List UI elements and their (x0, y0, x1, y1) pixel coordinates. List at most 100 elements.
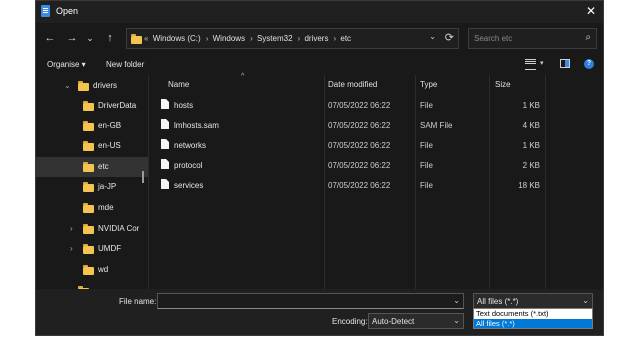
back-button[interactable]: ← (42, 30, 58, 46)
file-date: 07/05/2022 06:22 (328, 101, 391, 110)
sort-ascending-icon: ^ (241, 73, 245, 80)
encoding-label: Encoding: (332, 317, 368, 326)
sidebar-item-en-us[interactable]: en-US (36, 136, 148, 156)
folder-icon (83, 244, 94, 254)
folder-icon (83, 162, 94, 172)
sidebar-item-wd[interactable]: wd (36, 260, 148, 280)
search-icon: ⌕ (585, 32, 591, 43)
chevron-down-icon[interactable]: ⌄ (453, 296, 460, 305)
folder-icon (83, 182, 94, 192)
breadcrumb: « Windows (C:) › Windows › System32 › drive… (144, 34, 353, 43)
file-name-field[interactable]: ⌄ (157, 293, 464, 309)
command-bar: Organise ▾ New folder ▾ ? (36, 55, 603, 75)
file-name: services (174, 181, 204, 190)
organise-menu-button[interactable]: Organise ▾ (47, 60, 86, 69)
view-options-icon[interactable] (525, 59, 536, 70)
chevron-right-icon: › (297, 34, 301, 43)
file-date: 07/05/2022 06:22 (328, 181, 391, 190)
file-type: File (420, 141, 433, 150)
file-type-option-all[interactable]: All files (*.*) (474, 319, 592, 328)
column-header-size[interactable]: Size (495, 80, 511, 89)
file-type: File (420, 101, 433, 110)
folder-icon (83, 101, 94, 111)
file-list: ^ Name Date modified Type Size hosts 07/… (149, 73, 603, 289)
forward-button[interactable]: → (64, 30, 80, 46)
file-date: 07/05/2022 06:22 (328, 121, 391, 130)
chevron-down-icon[interactable]: ▾ (540, 59, 544, 67)
preview-pane-icon[interactable] (560, 59, 570, 68)
window-title: Open (56, 6, 79, 16)
folder-icon (83, 121, 94, 131)
table-row[interactable]: lmhosts.sam 07/05/2022 06:22 SAM File 4 … (149, 115, 603, 135)
file-type-select[interactable]: All files (*.*) ⌄ (473, 293, 593, 309)
sidebar-item-mde[interactable]: mde (36, 198, 148, 218)
file-icon (161, 159, 169, 169)
sidebar-item-label: wd (98, 265, 109, 274)
file-name-label: File name: (119, 297, 157, 306)
search-input[interactable]: Search etc ⌕ (468, 28, 597, 49)
chevron-down-icon[interactable]: ⌄ (453, 316, 460, 325)
column-header-name[interactable]: Name (168, 80, 189, 89)
open-file-dialog: Open ✕ ← → ⌄ ↑ « Windows (C:) › Windows › … (35, 0, 604, 336)
address-dropdown-icon[interactable]: ⌄ (429, 32, 436, 41)
sidebar-item-drivers[interactable]: ⌄ drivers (36, 76, 148, 96)
table-row[interactable]: protocol 07/05/2022 06:22 File 2 KB (149, 155, 603, 175)
sidebar-item-driverdata[interactable]: DriverData (36, 96, 148, 116)
refresh-icon[interactable]: ⟳ (445, 31, 454, 44)
file-type-option-text[interactable]: Text documents (*.txt) (474, 309, 592, 318)
table-row[interactable]: hosts 07/05/2022 06:22 File 1 KB (149, 95, 603, 115)
navigation-pane: ⌄ drivers DriverData en-GB en-US etc ja-… (36, 75, 148, 289)
chevron-down-icon[interactable]: ⌄ (582, 296, 589, 305)
breadcrumb-item-system32[interactable]: System32 (257, 34, 293, 43)
file-size: 4 KB (522, 121, 540, 130)
breadcrumb-overflow[interactable]: « (144, 34, 148, 43)
chevron-right-icon: › (250, 34, 253, 43)
file-name: networks (174, 141, 207, 150)
sidebar-item-en-gb[interactable]: en-GB (36, 116, 148, 136)
sidebar-item-ja-jp[interactable]: ja-JP (36, 177, 148, 197)
new-folder-button[interactable]: New folder (106, 60, 144, 69)
chevron-right-icon[interactable]: › (70, 224, 73, 233)
chevron-down-icon[interactable]: ⌄ (64, 81, 71, 90)
title-bar: Open ✕ (36, 1, 603, 23)
up-button[interactable]: ↑ (102, 30, 118, 46)
column-header-date[interactable]: Date modified (328, 80, 377, 89)
file-type-selected: All files (*.*) (477, 297, 519, 306)
file-name: protocol (174, 161, 203, 170)
folder-icon (131, 34, 142, 44)
file-icon (161, 99, 169, 109)
sidebar-item-nvidia[interactable]: › NVIDIA Cor (36, 219, 148, 239)
folder-icon (83, 203, 94, 213)
column-header-type[interactable]: Type (420, 80, 437, 89)
file-date: 07/05/2022 06:22 (328, 141, 391, 150)
sidebar-item-etc[interactable]: etc (36, 157, 148, 177)
chevron-right-icon: › (205, 34, 209, 43)
breadcrumb-item-windows[interactable]: Windows (213, 34, 245, 43)
sidebar-scrollbar-thumb[interactable] (142, 171, 144, 183)
sidebar-item-partial[interactable] (36, 281, 148, 289)
sidebar-item-label: en-GB (98, 121, 122, 130)
file-type: File (420, 181, 433, 190)
table-row[interactable]: networks 07/05/2022 06:22 File 1 KB (149, 135, 603, 155)
file-size: 1 KB (522, 101, 540, 110)
folder-icon (83, 141, 94, 151)
address-bar[interactable]: « Windows (C:) › Windows › System32 › drive… (126, 28, 459, 49)
file-type: File (420, 161, 433, 170)
breadcrumb-item-etc[interactable]: etc (340, 34, 351, 43)
table-row[interactable]: services 07/05/2022 06:22 File 18 KB (149, 175, 603, 195)
close-button[interactable]: ✕ (583, 3, 599, 19)
sidebar-item-label: mde (98, 203, 114, 212)
chevron-right-icon[interactable]: › (70, 244, 73, 253)
help-icon[interactable]: ? (584, 59, 594, 69)
sidebar-item-label: UMDF (98, 244, 122, 253)
file-size: 2 KB (522, 161, 540, 170)
sidebar-item-umdf[interactable]: › UMDF (36, 239, 148, 259)
breadcrumb-item-drivers[interactable]: drivers (304, 34, 328, 43)
sidebar-item-label: NVIDIA Cor (98, 224, 140, 233)
file-name: lmhosts.sam (174, 121, 219, 130)
sidebar-item-label: drivers (93, 81, 118, 90)
encoding-select[interactable]: Auto-Detect ⌄ (368, 313, 464, 329)
recent-locations-button[interactable]: ⌄ (82, 30, 98, 46)
breadcrumb-item-drive[interactable]: Windows (C:) (153, 34, 201, 43)
navigation-bar: ← → ⌄ ↑ « Windows (C:) › Windows › System3… (36, 23, 603, 55)
